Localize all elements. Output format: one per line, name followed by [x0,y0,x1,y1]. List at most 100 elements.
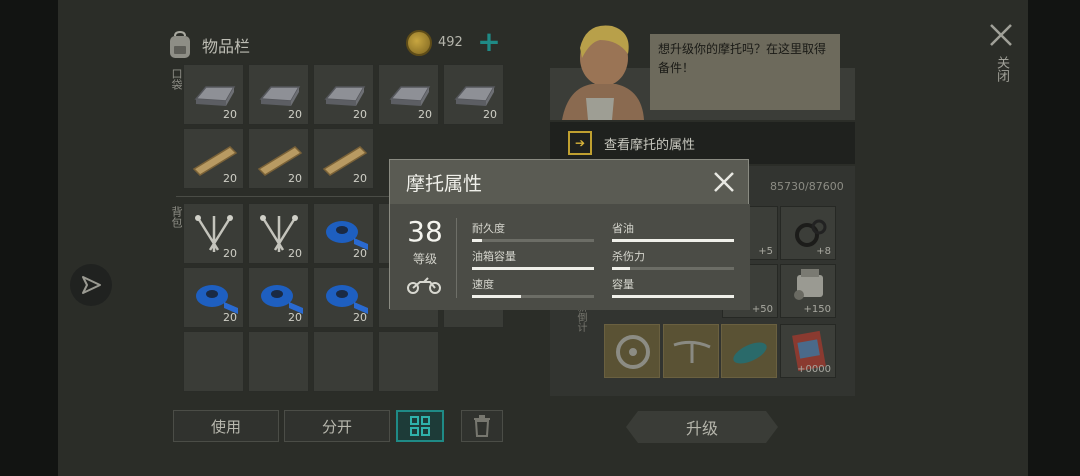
inventory-slot-iron-ingot[interactable]: 20 [443,64,504,125]
stat-bar [472,267,594,270]
grid-view-button[interactable] [396,410,444,442]
stat-bar [612,267,734,270]
stat-bar-fill [472,267,594,270]
upgrade-button[interactable]: 升级 [626,411,778,443]
stat-0: 耐久度 [472,220,594,242]
part-bonus: +150 [803,304,831,315]
stat-label: 耐久度 [472,222,505,235]
inventory-slot-empty[interactable] [313,331,374,392]
inventory-slot-blue-tape[interactable]: 20 [313,267,374,328]
item-quantity: 20 [288,247,302,260]
pocket-label: 口袋 [170,68,183,90]
handlebar-icon [673,340,711,363]
part-bonus: +8 [816,246,831,257]
inventory-slot-blue-tape[interactable]: 20 [248,267,309,328]
part-slot-engine[interactable]: +150 [780,264,836,318]
stat-label: 省油 [612,222,634,235]
stat-label: 速度 [472,278,494,291]
split-button[interactable]: 分开 [284,410,390,442]
motorcycle-icon [407,277,441,294]
stat-5: 容量 [612,276,734,298]
inventory-slot-iron-ingot[interactable]: 20 [183,64,244,125]
item-quantity: 20 [353,172,367,185]
stat-3: 杀伤力 [612,248,734,270]
stat-bar-fill [612,239,734,242]
close-label[interactable]: 关闭 [992,56,1011,82]
item-quantity: 20 [353,247,367,260]
inventory-slot-blue-tape[interactable]: 20 [313,203,374,264]
stat-label: 油箱容量 [472,250,516,263]
modal-close-icon[interactable] [712,170,736,194]
inventory-header: 物品栏 [166,28,250,62]
view-motorcycle-stats-button[interactable]: ➔ 查看摩托的属性 [550,122,855,164]
level-block: 38 等级 [400,216,450,267]
trash-icon [474,415,490,437]
use-button[interactable]: 使用 [173,410,279,442]
item-quantity: 20 [223,108,237,121]
stat-bar-fill [612,295,734,298]
inventory-slot-iron-ingot[interactable]: 20 [378,64,439,125]
coin-count: 492 [438,35,463,50]
inventory-slot-empty[interactable] [183,331,244,392]
item-quantity: 20 [353,108,367,121]
paper-plane-icon [82,276,101,294]
close-icon[interactable] [988,22,1014,48]
part-slot-gaskets[interactable]: +8 [780,206,836,260]
item-quantity: 20 [418,108,432,121]
add-coins-button[interactable]: + [476,28,502,58]
item-quantity: 20 [288,108,302,121]
inventory-slot-iron-ingot[interactable]: 20 [313,64,374,125]
upgrade-progress: 85730/87600 [770,180,844,193]
stat-1: 省油 [612,220,734,242]
stat-label: 容量 [612,278,634,291]
item-quantity: 20 [483,108,497,121]
level-label: 等级 [412,252,437,266]
modal-header: 摩托属性 [390,160,748,204]
navigation-button[interactable] [70,264,112,306]
part-slot-handlebar[interactable] [663,324,719,378]
stat-bar [472,239,594,242]
motorcycle-stats-modal: 摩托属性 38 等级 耐久度 省油油箱容量 杀伤力速度 容量 [389,159,750,310]
stat-bar-fill [472,239,482,242]
part-bonus: +5 [758,246,773,257]
stat-4: 速度 [472,276,594,298]
part-slot-fuel-tank[interactable] [721,324,777,378]
fuel-tank-icon [733,342,767,364]
inventory-slot-empty[interactable] [378,331,439,392]
inventory-slot-iron-ingot[interactable]: 20 [248,64,309,125]
screen-left-edge [0,0,58,476]
item-quantity: 20 [223,172,237,185]
inventory-slot-wood-plank[interactable]: 20 [313,128,374,189]
stat-bar [612,239,734,242]
modal-divider [456,218,457,298]
item-quantity: 20 [288,172,302,185]
item-quantity: 20 [353,311,367,324]
item-quantity: 20 [288,311,302,324]
item-quantity: 20 [223,311,237,324]
part-slot-manual[interactable]: +0000 [780,324,836,378]
screen-right-edge [1028,0,1080,476]
inventory-slot-nails[interactable]: 20 [183,203,244,264]
backpack-label: 背包 [170,206,183,228]
coin-icon [406,30,432,56]
inventory-slot-blue-tape[interactable]: 20 [183,267,244,328]
stat-bar [472,295,594,298]
stat-label: 杀伤力 [612,250,645,263]
inventory-slot-wood-plank[interactable]: 20 [183,128,244,189]
mechanic-portrait [552,18,648,120]
inventory-slot-empty[interactable] [248,331,309,392]
level-number: 38 [407,215,443,248]
part-bonus: +50 [751,304,773,315]
inventory-slot-nails[interactable]: 20 [248,203,309,264]
character-portrait-icon [562,25,644,120]
modal-title: 摩托属性 [406,172,483,195]
discard-button[interactable] [461,410,503,442]
part-slot-wheel[interactable] [604,324,660,378]
stat-bar-fill [612,267,631,270]
backpack-icon [170,30,190,58]
stat-bar [612,295,734,298]
inventory-slot-wood-plank[interactable]: 20 [248,128,309,189]
item-quantity: 20 [223,247,237,260]
npc-speech-bubble: 想升级你的摩托吗？在这里取得备件！ [650,34,840,110]
stat-bar-fill [472,295,521,298]
